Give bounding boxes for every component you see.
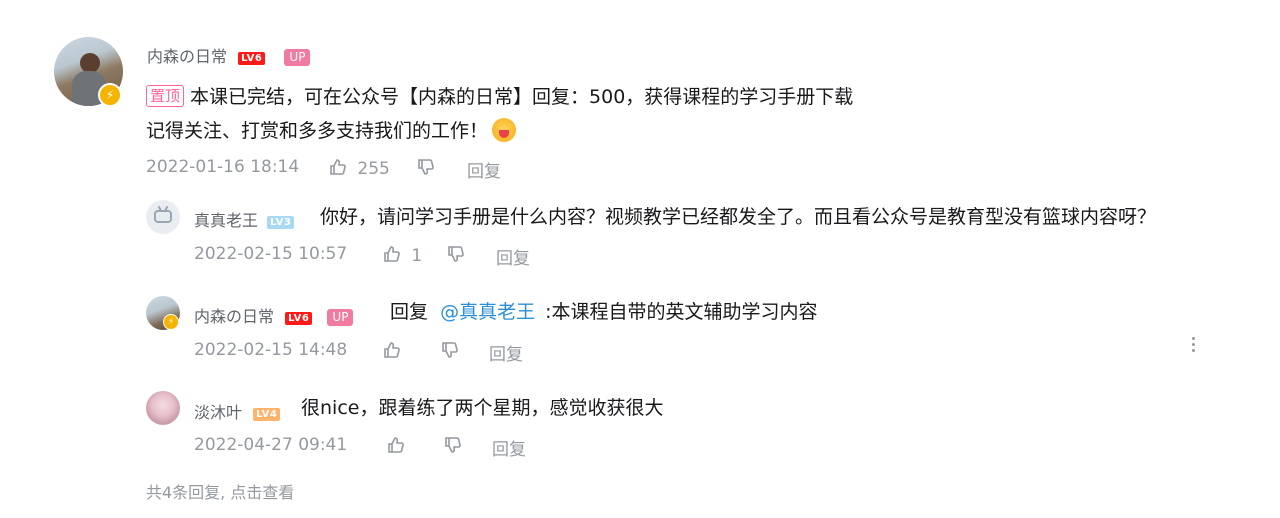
thumbs-up-icon — [330, 159, 346, 175]
thumbs-down-icon — [418, 159, 434, 175]
reply-author: 淡沐叶 LV4 — [194, 399, 281, 423]
comment-text: 本课已完结，可在公众号【内森的日常】回复：500，获得课程的学习手册下载 — [190, 86, 854, 108]
reply-author: 内森の日常 LV6 UP — [194, 303, 354, 327]
reply-button[interactable]: 回复 — [492, 435, 526, 460]
reply-button[interactable]: 回复 — [496, 244, 530, 269]
level-badge: LV6 — [238, 52, 266, 65]
like-button[interactable] — [386, 435, 406, 460]
level-badge: LV4 — [253, 408, 281, 421]
more-options-icon[interactable] — [1192, 337, 1196, 355]
like-button[interactable]: 255 — [328, 157, 390, 182]
like-count: 1 — [411, 246, 423, 266]
timestamp: 2022-02-15 14:48 — [194, 340, 348, 360]
tv-icon — [154, 210, 172, 223]
heart-hug-emoji-icon — [492, 118, 517, 142]
reply-prefix: 回复 — [390, 301, 429, 323]
reply-text: 很nice，跟着练了两个星期，感觉收获很大 — [301, 397, 664, 419]
username-link[interactable]: 真真老王 — [194, 211, 258, 230]
like-count: 255 — [357, 159, 390, 179]
lightning-icon: ⚡ — [163, 314, 179, 330]
timestamp: 2022-02-15 10:57 — [194, 244, 348, 264]
comment-text-line1: 置顶 本课已完结，可在公众号【内森的日常】回复：500，获得课程的学习手册下载 — [146, 84, 853, 110]
timestamp: 2022-01-16 18:14 — [146, 157, 300, 177]
level-badge: LV3 — [267, 216, 295, 229]
like-button[interactable]: 1 — [382, 244, 422, 269]
mention-link[interactable]: @真真老王 — [440, 301, 535, 323]
username-link[interactable]: 内森の日常 — [147, 47, 227, 66]
thumbs-down-icon — [445, 437, 461, 453]
like-button[interactable] — [382, 340, 402, 365]
avatar-person-shape — [80, 53, 100, 73]
reply-button[interactable]: 回复 — [489, 340, 523, 365]
comment-text: 记得关注、打赏和多多支持我们的工作！ — [146, 120, 489, 142]
reply-body: :本课程自带的英文辅助学习内容 — [545, 301, 818, 323]
username-link[interactable]: 淡沐叶 — [194, 403, 242, 422]
dislike-button[interactable] — [440, 340, 460, 365]
reply-text: 你好，请问学习手册是什么内容？视频教学已经都发全了。而且看公众号是教育型没有篮球… — [320, 206, 1157, 228]
user-avatar[interactable] — [146, 200, 180, 234]
comment-author: 内森の日常 LV6 UP — [147, 43, 311, 67]
dislike-button[interactable] — [416, 157, 436, 182]
reply-author: 真真老王 LV3 — [194, 207, 295, 231]
dislike-button[interactable] — [443, 435, 463, 460]
up-badge: UP — [284, 49, 311, 66]
view-all-replies-link[interactable]: 共4条回复, 点击查看 — [146, 479, 294, 503]
thumbs-down-icon — [448, 246, 464, 262]
thumbs-up-icon — [388, 437, 404, 453]
lightning-icon: ⚡ — [98, 83, 122, 107]
timestamp: 2022-04-27 09:41 — [194, 435, 348, 455]
reply-button[interactable]: 回复 — [467, 157, 501, 182]
comment-text-line2: 记得关注、打赏和多多支持我们的工作！ — [146, 118, 517, 144]
reply-text: 回复 @真真老王 :本课程自带的英文辅助学习内容 — [390, 299, 818, 325]
dislike-button[interactable] — [446, 244, 466, 269]
up-badge: UP — [327, 309, 354, 326]
level-badge: LV6 — [285, 312, 313, 325]
thumbs-up-icon — [384, 246, 400, 262]
pin-badge: 置顶 — [146, 85, 185, 107]
thumbs-up-icon — [384, 342, 400, 358]
thumbs-down-icon — [442, 342, 458, 358]
user-avatar[interactable] — [146, 391, 180, 425]
username-link[interactable]: 内森の日常 — [194, 307, 274, 326]
